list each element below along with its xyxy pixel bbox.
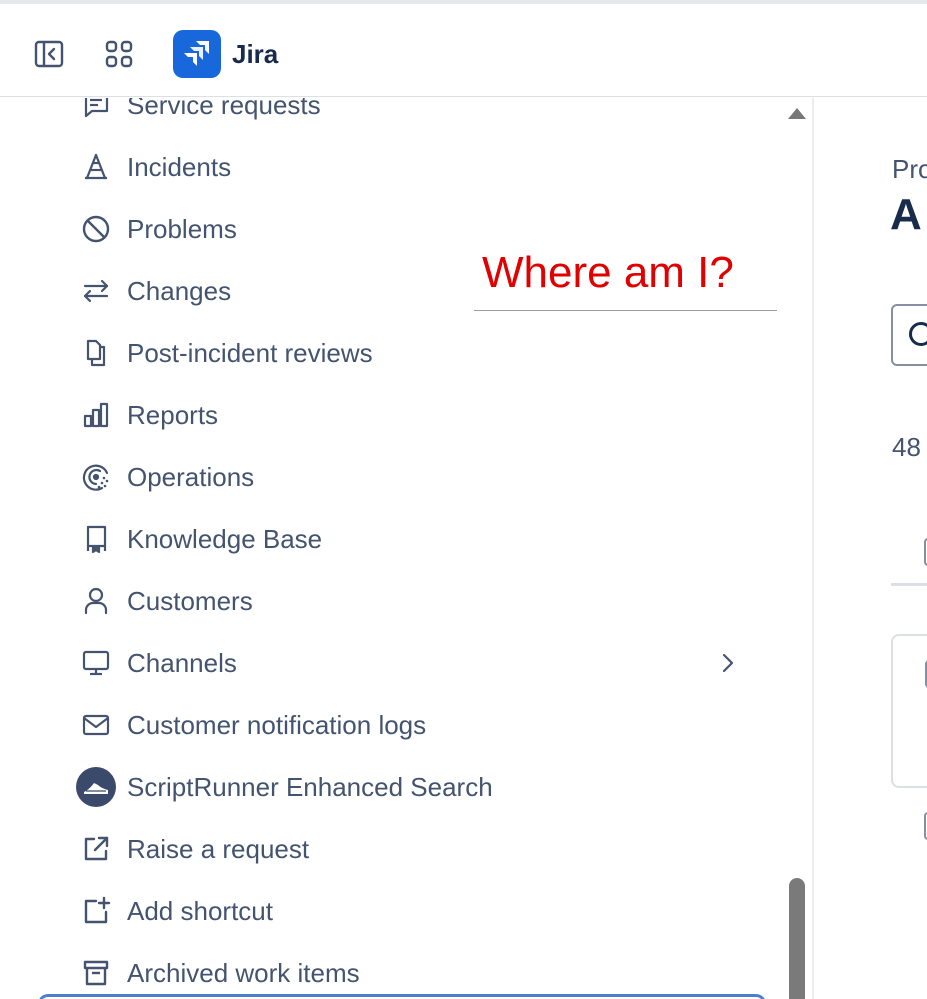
incidents-icon <box>76 147 116 187</box>
sidebar-item-add-shortcut[interactable]: Add shortcut <box>76 888 756 934</box>
sidebar-toggle-icon[interactable] <box>33 38 65 70</box>
sidebar-item-knowledge-base[interactable]: Knowledge Base <box>76 516 756 562</box>
sidebar-item-label: Post-incident reviews <box>127 338 373 368</box>
sidebar-item-incidents[interactable]: Incidents <box>76 144 756 190</box>
search-icon <box>909 322 927 346</box>
breadcrumb[interactable]: Pro <box>892 154 927 185</box>
sidebar-item-customer-notification-logs[interactable]: Customer notification logs <box>76 702 756 748</box>
sidebar-item-scriptrunner-enhanced-search[interactable]: ScriptRunner Enhanced Search <box>76 764 756 810</box>
sidebar-item-raise-a-request[interactable]: Raise a request <box>76 826 756 872</box>
main-content: Pro A 48 <box>814 98 927 999</box>
sidebar-item-label: Changes <box>127 276 232 306</box>
problems-icon <box>76 209 116 249</box>
jira-logo-icon[interactable] <box>173 30 221 78</box>
sidebar-item-service-requests[interactable]: Service requests <box>76 98 756 128</box>
sidebar-item-channels[interactable]: Channels <box>76 640 756 686</box>
annotation-callout: Where am I? <box>474 245 777 311</box>
sidebar-item-reports[interactable]: Reports <box>76 392 756 438</box>
table-header-divider <box>891 583 927 586</box>
sidebar-item-label: Archived work items <box>127 958 360 988</box>
sidebar-item-label: Customers <box>127 586 253 616</box>
post-incident-reviews-icon <box>76 333 116 373</box>
scroll-up-arrow-icon[interactable] <box>788 108 806 119</box>
sidebar-item-label: Reports <box>127 400 219 430</box>
page-title: A <box>890 190 922 239</box>
sidebar-item-archived-work-items[interactable]: Archived work items <box>76 950 756 996</box>
customers-icon <box>76 581 116 621</box>
sidebar-item-label: Incidents <box>127 152 232 182</box>
operations-icon <box>76 457 116 497</box>
annotation-text: Where am I? <box>482 248 734 297</box>
next-sidebar-item-highlight[interactable] <box>38 994 766 999</box>
result-count: 48 <box>892 432 921 462</box>
sidebar-item-label: ScriptRunner Enhanced Search <box>127 772 493 802</box>
sidebar-navigation: Service requests Incidents Problems Chan… <box>0 98 812 999</box>
external-link-icon <box>76 829 116 869</box>
sidebar-item-customers[interactable]: Customers <box>76 578 756 624</box>
sidebar-item-operations[interactable]: Operations <box>76 454 756 500</box>
add-shortcut-icon <box>76 891 116 931</box>
reports-icon <box>76 395 116 435</box>
sidebar-item-label: Operations <box>127 462 255 492</box>
archive-icon <box>76 953 116 993</box>
sidebar-item-label: Channels <box>127 648 237 678</box>
sidebar-item-post-incident-reviews[interactable]: Post-incident reviews <box>76 330 756 376</box>
sidebar-scrollbar[interactable] <box>785 98 809 999</box>
app-switcher-icon[interactable] <box>103 38 135 70</box>
top-navigation-bar: Jira <box>0 0 927 97</box>
service-requests-icon <box>76 98 116 125</box>
changes-icon <box>76 271 116 311</box>
mail-icon <box>76 705 116 745</box>
table-row[interactable] <box>891 634 927 788</box>
channels-icon <box>76 643 116 683</box>
sidebar-item-label: Service requests <box>127 98 321 120</box>
scrollbar-thumb[interactable] <box>789 878 805 999</box>
scriptrunner-icon <box>76 767 116 807</box>
sidebar-item-label: Problems <box>127 214 237 244</box>
sidebar-item-label: Raise a request <box>127 834 310 864</box>
sidebar-item-label: Knowledge Base <box>127 524 323 554</box>
search-input[interactable] <box>891 304 927 366</box>
knowledge-base-icon <box>76 519 116 559</box>
product-name[interactable]: Jira <box>232 38 278 70</box>
sidebar-item-label: Customer notification logs <box>127 710 427 740</box>
sidebar-item-label: Add shortcut <box>127 896 273 926</box>
chevron-right-icon[interactable] <box>716 651 740 675</box>
